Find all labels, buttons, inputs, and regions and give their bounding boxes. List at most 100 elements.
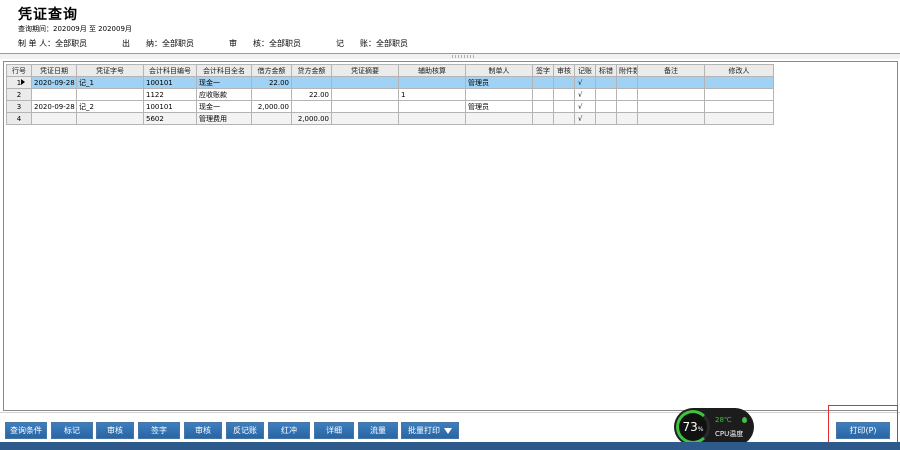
cell-sign[interactable] [532,88,554,101]
cell-debit[interactable]: 2,000.00 [251,100,292,113]
cell-date[interactable]: 2020-09-28 [31,76,77,89]
cell-date[interactable] [31,112,77,125]
cell-note[interactable] [637,88,705,101]
cpu-monitor-widget[interactable]: 73% 28℃ CPU温度 [674,408,754,446]
cell-credit[interactable] [291,100,332,113]
col-header-maker[interactable]: 制单人 [465,64,533,77]
cell-date[interactable]: 2020-09-28 [31,100,77,113]
table-row[interactable]: 3 2020-09-28 记_2 100101 现金一 2,000.00 管理员… [6,100,774,113]
cell-voucher[interactable]: 记_1 [76,76,144,89]
audit-button[interactable]: 审核 [96,422,134,439]
cell-summary[interactable] [331,88,399,101]
cell-date[interactable] [31,88,77,101]
cell-credit[interactable]: 2,000.00 [291,112,332,125]
col-header-row-no[interactable]: 行号 [6,64,32,77]
red-reverse-button[interactable]: 红冲 [268,422,310,439]
table-row[interactable]: 1 2020-09-28 记_1 100101 现金一 22.00 管理员 √ [6,76,774,89]
cell-debit[interactable] [251,112,292,125]
cell-code[interactable]: 100101 [143,76,197,89]
col-header-post[interactable]: 记账 [574,64,596,77]
cell-aux[interactable] [398,76,466,89]
voucher-grid[interactable]: 行号 凭证日期 凭证字号 会计科目编号 会计科目全名 借方金额 贷方金额 凭证摘… [3,61,898,411]
cell-attach[interactable] [616,76,638,89]
cell-credit[interactable]: 22.00 [291,88,332,101]
col-header-account-name[interactable]: 会计科目全名 [196,64,252,77]
col-header-credit[interactable]: 贷方金额 [291,64,332,77]
col-header-audit[interactable]: 审核 [553,64,575,77]
cell-sign[interactable] [532,112,554,125]
cell-sign[interactable] [532,100,554,113]
cell-modifier[interactable] [704,88,774,101]
cell-sign[interactable] [532,76,554,89]
cell-maker[interactable]: 管理员 [465,100,533,113]
cell-name[interactable]: 管理费用 [196,112,252,125]
col-header-summary[interactable]: 凭证摘要 [331,64,399,77]
mark-button[interactable]: 标记 [51,422,93,439]
cell-note[interactable] [637,112,705,125]
cell-audit[interactable] [553,112,575,125]
row-number-cell[interactable]: 4 [6,112,32,125]
cell-maker[interactable] [465,112,533,125]
cell-attach[interactable] [616,100,638,113]
col-header-attach[interactable]: 附件数 [616,64,638,77]
row-number-cell[interactable]: 2 [6,88,32,101]
cell-voucher[interactable] [76,112,144,125]
cell-voucher[interactable]: 记_2 [76,100,144,113]
col-header-voucher-no[interactable]: 凭证字号 [76,64,144,77]
row-number-cell[interactable]: 3 [6,100,32,113]
cell-post-check-icon[interactable]: √ [574,100,596,113]
detail-button[interactable]: 详细 [314,422,354,439]
cell-summary[interactable] [331,100,399,113]
cell-audit[interactable] [553,88,575,101]
cell-name[interactable]: 现金一 [196,76,252,89]
cell-debit[interactable]: 22.00 [251,76,292,89]
cell-debit[interactable] [251,88,292,101]
cell-flag[interactable] [595,88,617,101]
cash-flow-button[interactable]: 流量 [358,422,398,439]
cell-post-check-icon[interactable]: √ [574,76,596,89]
col-header-modifier[interactable]: 修改人 [704,64,774,77]
cell-note[interactable] [637,76,705,89]
cell-maker[interactable]: 管理员 [465,76,533,89]
row-number-cell[interactable]: 1 [6,76,32,89]
cell-voucher[interactable] [76,88,144,101]
cell-name[interactable]: 现金一 [196,100,252,113]
cell-modifier[interactable] [704,112,774,125]
cell-note[interactable] [637,100,705,113]
splitter-grip-icon[interactable] [452,55,476,58]
cell-flag[interactable] [595,112,617,125]
cell-modifier[interactable] [704,76,774,89]
cell-name[interactable]: 应收账款 [196,88,252,101]
cell-flag[interactable] [595,100,617,113]
review-button[interactable]: 审核 [184,422,222,439]
cell-credit[interactable] [291,76,332,89]
cell-maker[interactable] [465,88,533,101]
col-header-aux[interactable]: 辅助核算 [398,64,466,77]
query-conditions-button[interactable]: 查询条件 [5,422,47,439]
batch-print-button[interactable]: 批量打印 [401,422,459,439]
sign-button[interactable]: 签字 [138,422,180,439]
cell-audit[interactable] [553,100,575,113]
col-header-flag[interactable]: 标错 [595,64,617,77]
cell-modifier[interactable] [704,100,774,113]
cell-attach[interactable] [616,112,638,125]
cell-summary[interactable] [331,76,399,89]
cell-flag[interactable] [595,76,617,89]
cell-code[interactable]: 5602 [143,112,197,125]
table-row[interactable]: 2 1122 应收账款 22.00 1 √ [6,88,774,101]
cell-aux[interactable] [398,100,466,113]
cell-summary[interactable] [331,112,399,125]
cell-attach[interactable] [616,88,638,101]
cell-aux[interactable] [398,112,466,125]
unpost-button[interactable]: 反记账 [226,422,264,439]
cell-post-check-icon[interactable]: √ [574,112,596,125]
cell-code[interactable]: 100101 [143,100,197,113]
cell-code[interactable]: 1122 [143,88,197,101]
col-header-sign[interactable]: 签字 [532,64,554,77]
splitter-bar[interactable] [0,53,900,59]
table-row[interactable]: 4 5602 管理费用 2,000.00 √ [6,112,774,125]
cell-aux[interactable]: 1 [398,88,466,101]
cell-audit[interactable] [553,76,575,89]
cell-post-check-icon[interactable]: √ [574,88,596,101]
col-header-account-code[interactable]: 会计科目编号 [143,64,197,77]
